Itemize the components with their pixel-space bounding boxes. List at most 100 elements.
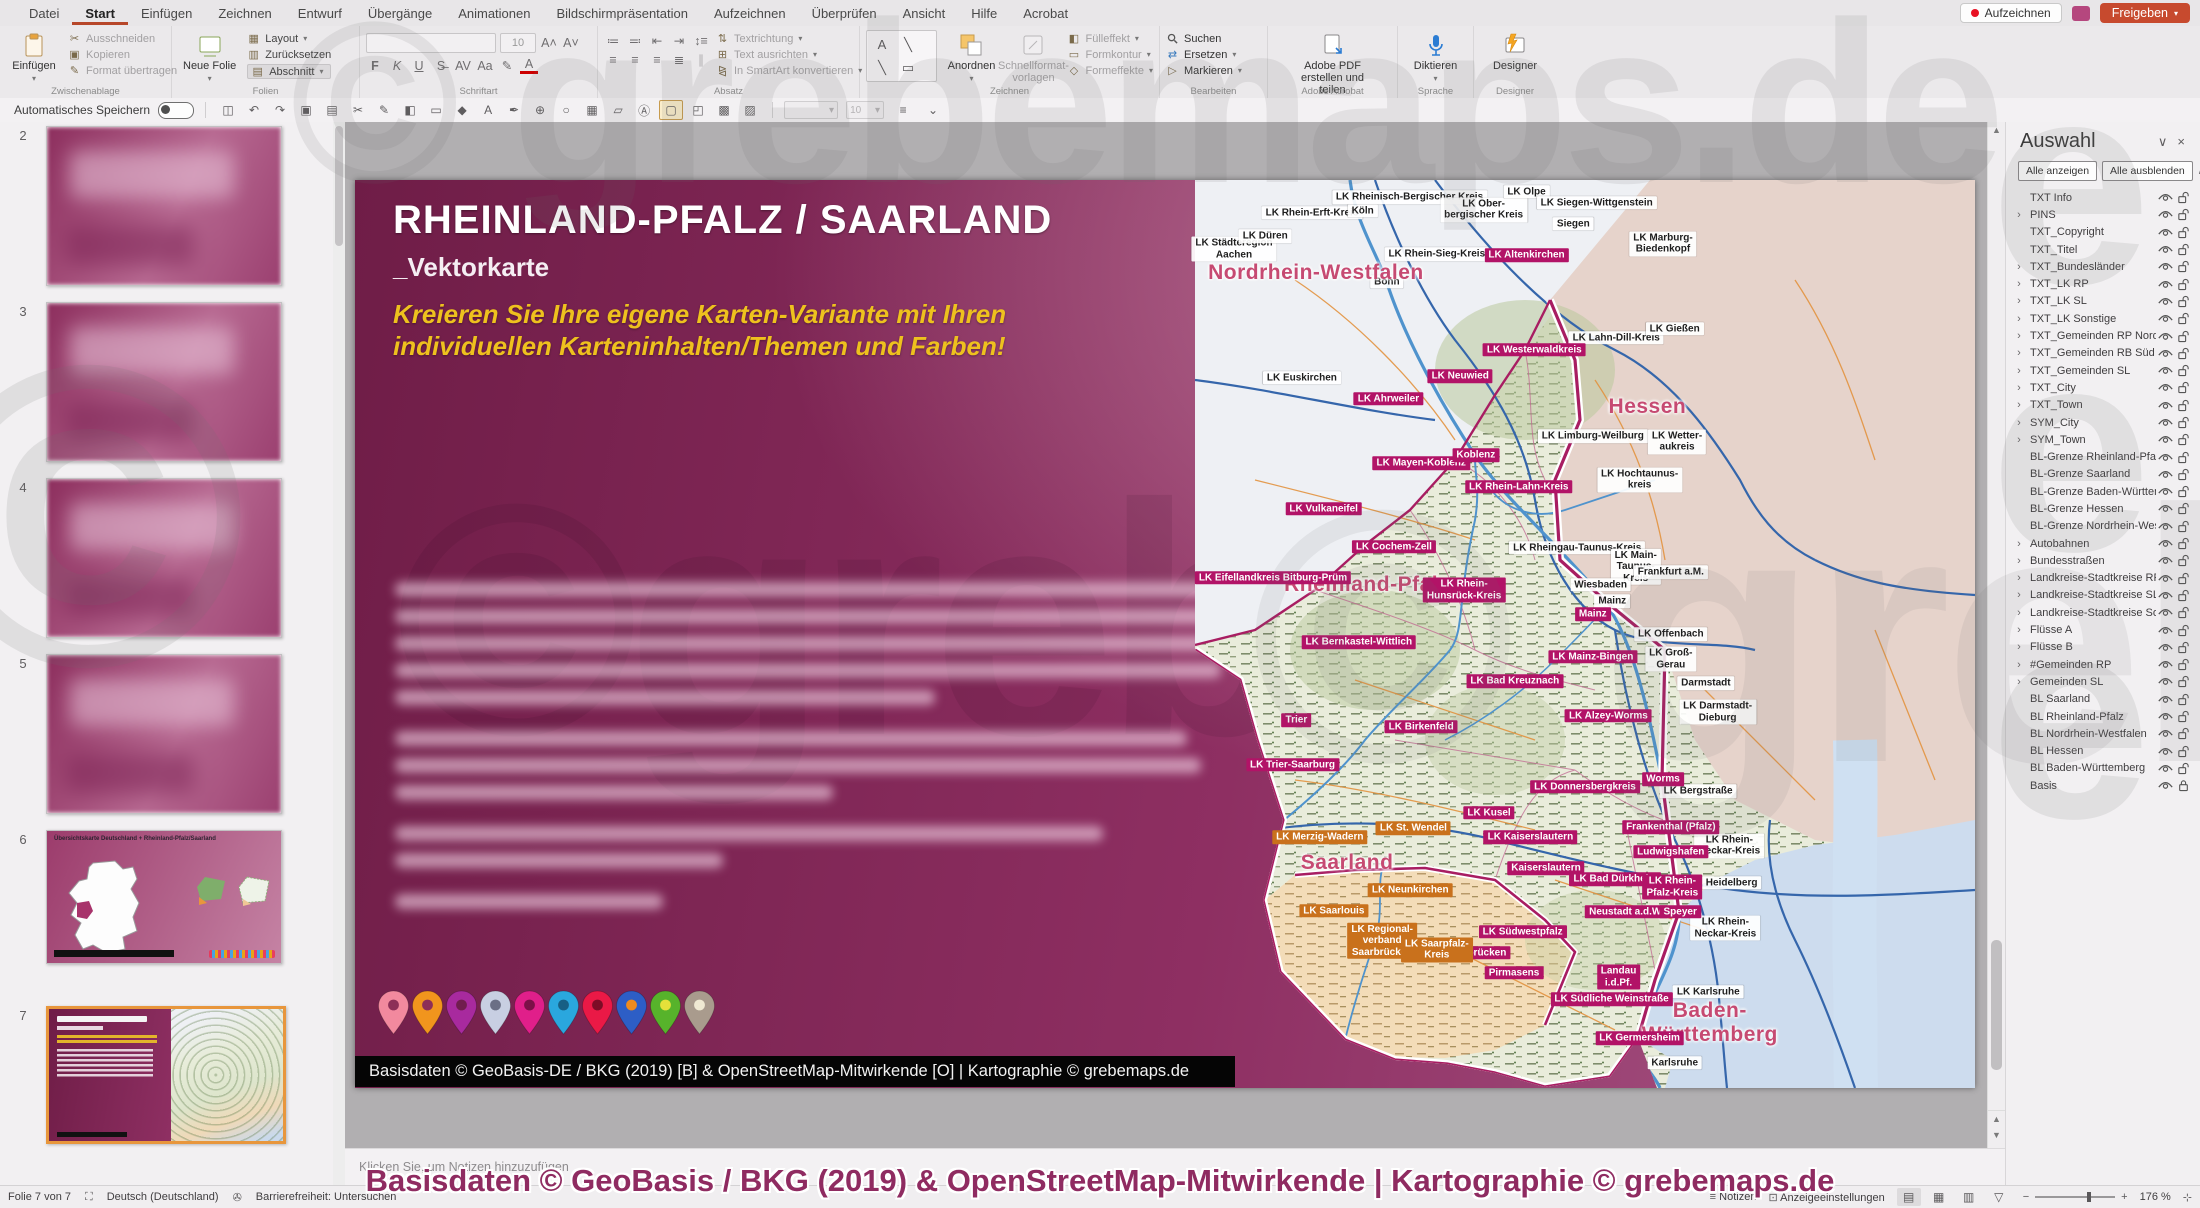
chevron-right-icon[interactable]: ›	[2012, 313, 2026, 325]
layer-row[interactable]: › TXT_Gemeinden SL	[2006, 362, 2200, 379]
bullets-icon[interactable]: ≔	[604, 33, 622, 48]
layer-row[interactable]: › TXT_Bundesländer	[2006, 258, 2200, 275]
layer-row[interactable]: › Landkreise-Stadtkreise Sonstige	[2006, 604, 2200, 621]
menu-tab[interactable]: Ansicht	[890, 2, 959, 25]
quick-styles-button[interactable]: Schnellformat-vorlagen	[1005, 30, 1061, 86]
layer-row[interactable]: › TXT_Titel	[2006, 241, 2200, 258]
lock-icon[interactable]	[2174, 693, 2192, 706]
eye-icon[interactable]	[2156, 331, 2174, 342]
group-icon[interactable]: ◰	[687, 101, 709, 119]
shapes-gallery[interactable]: A╲╲▭○▭△⌐¬⇨⇩◠	[866, 30, 937, 82]
font-size-select[interactable]: 10	[500, 33, 536, 53]
slide-thumbnail[interactable]: 6 Übersichtskarte Deutschland + Rheinlan…	[0, 830, 333, 964]
lock-icon[interactable]	[2174, 727, 2192, 740]
zoom-icon[interactable]: ○	[555, 101, 577, 119]
crop-icon[interactable]: ▩	[713, 101, 735, 119]
paste-button[interactable]: Einfügen▾	[6, 30, 62, 85]
menu-tab[interactable]: Datei	[16, 2, 72, 25]
layer-row[interactable]: › TXT_Gemeinden RP Nord	[2006, 327, 2200, 344]
eye-icon[interactable]	[2156, 659, 2174, 670]
eye-icon[interactable]	[2156, 711, 2174, 722]
notes-toggle[interactable]: ≡ Notizen	[1710, 1191, 1757, 1203]
menu-tab[interactable]: Start	[72, 2, 128, 25]
eye-icon[interactable]	[2156, 694, 2174, 705]
chevron-right-icon[interactable]: ›	[2012, 278, 2026, 290]
font-name-select[interactable]	[366, 33, 496, 53]
slide-thumbnail[interactable]: 3	[0, 302, 333, 462]
lock-icon[interactable]	[2174, 641, 2192, 654]
indent-icon[interactable]: ⇥	[670, 33, 688, 48]
chevron-right-icon[interactable]: ›	[2012, 538, 2026, 550]
chevron-right-icon[interactable]: ›	[2012, 676, 2026, 688]
save-icon[interactable]: ◫	[217, 101, 239, 119]
layer-row[interactable]: › TXT_Copyright	[2006, 224, 2200, 241]
shape-fill-button[interactable]: ◧Fülleffekt▾	[1067, 32, 1153, 45]
layer-row[interactable]: › BL-Grenze Saarland	[2006, 466, 2200, 483]
zoom-slider[interactable]	[2087, 1192, 2091, 1202]
shape-glyph[interactable]: ○	[869, 79, 895, 82]
zoom-control[interactable]: − +	[2023, 1191, 2128, 1203]
chevron-down-icon[interactable]: ∨	[2153, 134, 2173, 150]
slide-nav-buttons[interactable]: ▲▼	[1988, 1110, 2005, 1145]
display-icon[interactable]: ⛶	[85, 1191, 93, 1204]
eye-icon[interactable]	[2156, 244, 2174, 255]
chevron-right-icon[interactable]: ›	[2012, 589, 2026, 601]
layer-row[interactable]: › Bundesstraßen	[2006, 552, 2200, 569]
shape-outline-icon[interactable]: ▭	[425, 101, 447, 119]
italic-icon[interactable]: K	[388, 59, 406, 73]
replace-button[interactable]: ⇄Ersetzen▾	[1166, 48, 1242, 61]
lock-icon[interactable]	[2174, 226, 2192, 239]
layer-row[interactable]: › Landkreise-Stadtkreise RP	[2006, 570, 2200, 587]
menu-tab[interactable]: Zeichnen	[205, 2, 284, 25]
chevron-right-icon[interactable]: ›	[2012, 261, 2026, 273]
section-button[interactable]: ▤Abschnitt▾	[247, 64, 331, 79]
menu-tab[interactable]: Einfügen	[128, 2, 205, 25]
lock-icon[interactable]	[2174, 502, 2192, 515]
layer-row[interactable]: › TXT_Town	[2006, 397, 2200, 414]
eye-icon[interactable]	[2156, 469, 2174, 480]
vector-map[interactable]: LK Städteregion AachenLK DürenLK Rhein-E…	[1195, 180, 1975, 1088]
outdent-icon[interactable]: ⇤	[648, 33, 666, 48]
slide-canvas[interactable]: ©grebemaps RHEINLAND-PFALZ / SAARLAND _V…	[355, 180, 1975, 1088]
eye-icon[interactable]	[2156, 434, 2174, 445]
shape-glyph[interactable]: A	[869, 33, 895, 56]
chevron-right-icon[interactable]: ›	[2012, 572, 2026, 584]
chevron-right-icon[interactable]: ›	[2012, 434, 2026, 446]
chevron-right-icon[interactable]: ›	[2012, 659, 2026, 671]
lock-icon[interactable]	[2174, 537, 2192, 550]
text-color-icon[interactable]: A	[477, 101, 499, 119]
paste-icon[interactable]: ▤	[321, 101, 343, 119]
eye-icon[interactable]	[2156, 261, 2174, 272]
lock-icon[interactable]	[2174, 330, 2192, 343]
target-icon[interactable]: ⊕	[529, 101, 551, 119]
lock-icon[interactable]	[2174, 745, 2192, 758]
lock-icon[interactable]	[2174, 675, 2192, 688]
shape-glyph[interactable]: ╲	[895, 33, 921, 56]
columns-icon[interactable]: ∥	[692, 52, 710, 67]
qat-lines-icon[interactable]: ≡	[892, 101, 914, 119]
chevron-right-icon[interactable]: ›	[2012, 295, 2026, 307]
lock-icon[interactable]	[2174, 658, 2192, 671]
lock-icon[interactable]	[2174, 762, 2192, 775]
shrink-font-icon[interactable]: A˅	[562, 36, 580, 50]
thumbnail-scrollbar[interactable]	[333, 122, 345, 1185]
show-all-button[interactable]: Alle anzeigen	[2018, 161, 2097, 181]
layer-row[interactable]: › BL Saarland	[2006, 691, 2200, 708]
eye-icon[interactable]	[2156, 676, 2174, 687]
lock-icon[interactable]	[2174, 312, 2192, 325]
comments-icon[interactable]	[2072, 6, 2090, 21]
eye-icon[interactable]	[2156, 348, 2174, 359]
layer-row[interactable]: › Landkreise-Stadtkreise SL	[2006, 587, 2200, 604]
layer-row[interactable]: › TXT_LK Sonstige	[2006, 310, 2200, 327]
text-direction-button[interactable]: ⇅Textrichtung▾	[716, 32, 862, 45]
eye-icon[interactable]	[2156, 503, 2174, 514]
line-spacing-icon[interactable]: ↕≡	[692, 34, 710, 48]
shape-outline-button[interactable]: ▭Formkontur▾	[1067, 48, 1153, 61]
autosave-toggle[interactable]	[158, 102, 194, 119]
eye-icon[interactable]	[2156, 382, 2174, 393]
chevron-right-icon[interactable]: ›	[2012, 365, 2026, 377]
eye-icon[interactable]	[2156, 192, 2174, 203]
scroll-up-icon[interactable]: ▲	[1988, 122, 2005, 138]
lock-icon[interactable]	[2174, 779, 2192, 792]
eye-icon[interactable]	[2156, 279, 2174, 290]
